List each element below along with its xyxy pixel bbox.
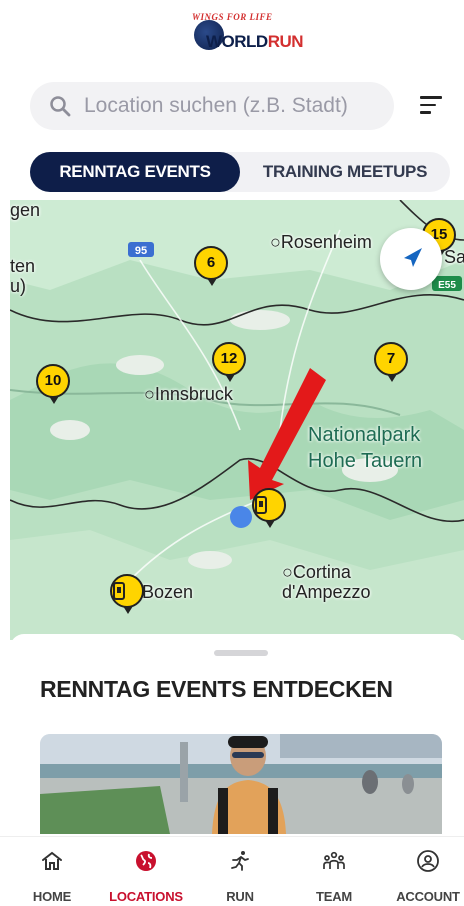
tab-renntag-events[interactable]: RENNTAG EVENTS xyxy=(30,152,240,192)
map-label-u: u) xyxy=(10,276,27,296)
team-icon xyxy=(323,851,345,869)
bottom-sheet: RENNTAG EVENTS ENTDECKEN xyxy=(10,634,464,844)
tab-training-meetups[interactable]: TRAINING MEETUPS xyxy=(240,152,450,192)
nav-run[interactable]: RUN xyxy=(194,837,286,906)
event-cluster-pin[interactable]: 6 xyxy=(194,246,228,286)
event-marker-icon xyxy=(255,496,267,514)
map-label-ten: ten xyxy=(10,256,36,276)
event-cluster-pin[interactable]: 10 xyxy=(36,364,70,404)
event-marker-icon xyxy=(113,582,125,600)
event-location-pin[interactable] xyxy=(252,488,286,528)
filter-icon[interactable] xyxy=(420,96,444,116)
search-input[interactable]: Location suchen (z.B. Stadt) xyxy=(30,82,394,130)
map-label-nationalpark: Nationalpark xyxy=(308,424,421,446)
runner-icon xyxy=(231,851,249,871)
map-label-bozen: Bozen xyxy=(142,582,194,602)
runner-photo xyxy=(40,734,442,834)
event-card-photo[interactable] xyxy=(40,734,442,834)
search-icon xyxy=(50,96,71,117)
event-cluster-pin[interactable]: 7 xyxy=(374,342,408,382)
map-label-innsbruck: ○Innsbruck xyxy=(144,384,233,404)
map-view[interactable]: 95 E55 gen ten u) ○Rosenheim Sa ○Innsbru… xyxy=(10,200,464,640)
globe-icon xyxy=(136,851,156,871)
sheet-drag-handle[interactable] xyxy=(214,650,268,656)
search-placeholder: Location suchen (z.B. Stadt) xyxy=(84,94,348,117)
nav-run-label: RUN xyxy=(226,889,254,904)
nav-locations[interactable]: LOCATIONS xyxy=(100,837,192,906)
current-location-dot xyxy=(230,506,252,528)
logo-top-text: WINGS FOR LIFE xyxy=(192,12,273,22)
nav-account[interactable]: ACCOUNT xyxy=(382,837,464,906)
nav-account-label: ACCOUNT xyxy=(396,889,460,904)
nav-team[interactable]: TEAM xyxy=(288,837,380,906)
map-label-hohe-tauern: Hohe Tauern xyxy=(308,450,423,472)
map-label-cortina: ○Cortina xyxy=(282,562,351,582)
map-label-gen: gen xyxy=(10,200,41,220)
map-label-ampezzo: d'Ampezzo xyxy=(282,582,371,602)
nav-locations-label: LOCATIONS xyxy=(109,889,183,904)
locate-me-button[interactable] xyxy=(380,228,442,290)
logo-wordmark: WORLDRUN xyxy=(206,32,304,51)
map-label-rosenheim: ○Rosenheim xyxy=(270,232,372,252)
account-icon xyxy=(417,850,439,872)
event-type-tabs: RENNTAG EVENTS TRAINING MEETUPS xyxy=(30,152,450,192)
wings-for-life-logo: WINGS FOR LIFE WORLDRUN xyxy=(192,10,304,58)
event-cluster-pin[interactable]: 12 xyxy=(212,342,246,382)
bottom-navigation: HOME LOCATIONS RUN TEAM ACCOUNT xyxy=(0,836,464,906)
nav-home[interactable]: HOME xyxy=(6,837,98,906)
navigation-arrow-icon xyxy=(404,248,422,267)
event-location-pin[interactable] xyxy=(110,574,144,614)
map-label-sa: Sa xyxy=(444,247,464,267)
sheet-title: RENNTAG EVENTS ENTDECKEN xyxy=(40,676,393,702)
nav-home-label: HOME xyxy=(32,889,72,904)
home-icon xyxy=(42,851,62,870)
nav-team-label: TEAM xyxy=(315,889,353,904)
svg-text:95: 95 xyxy=(135,245,147,257)
